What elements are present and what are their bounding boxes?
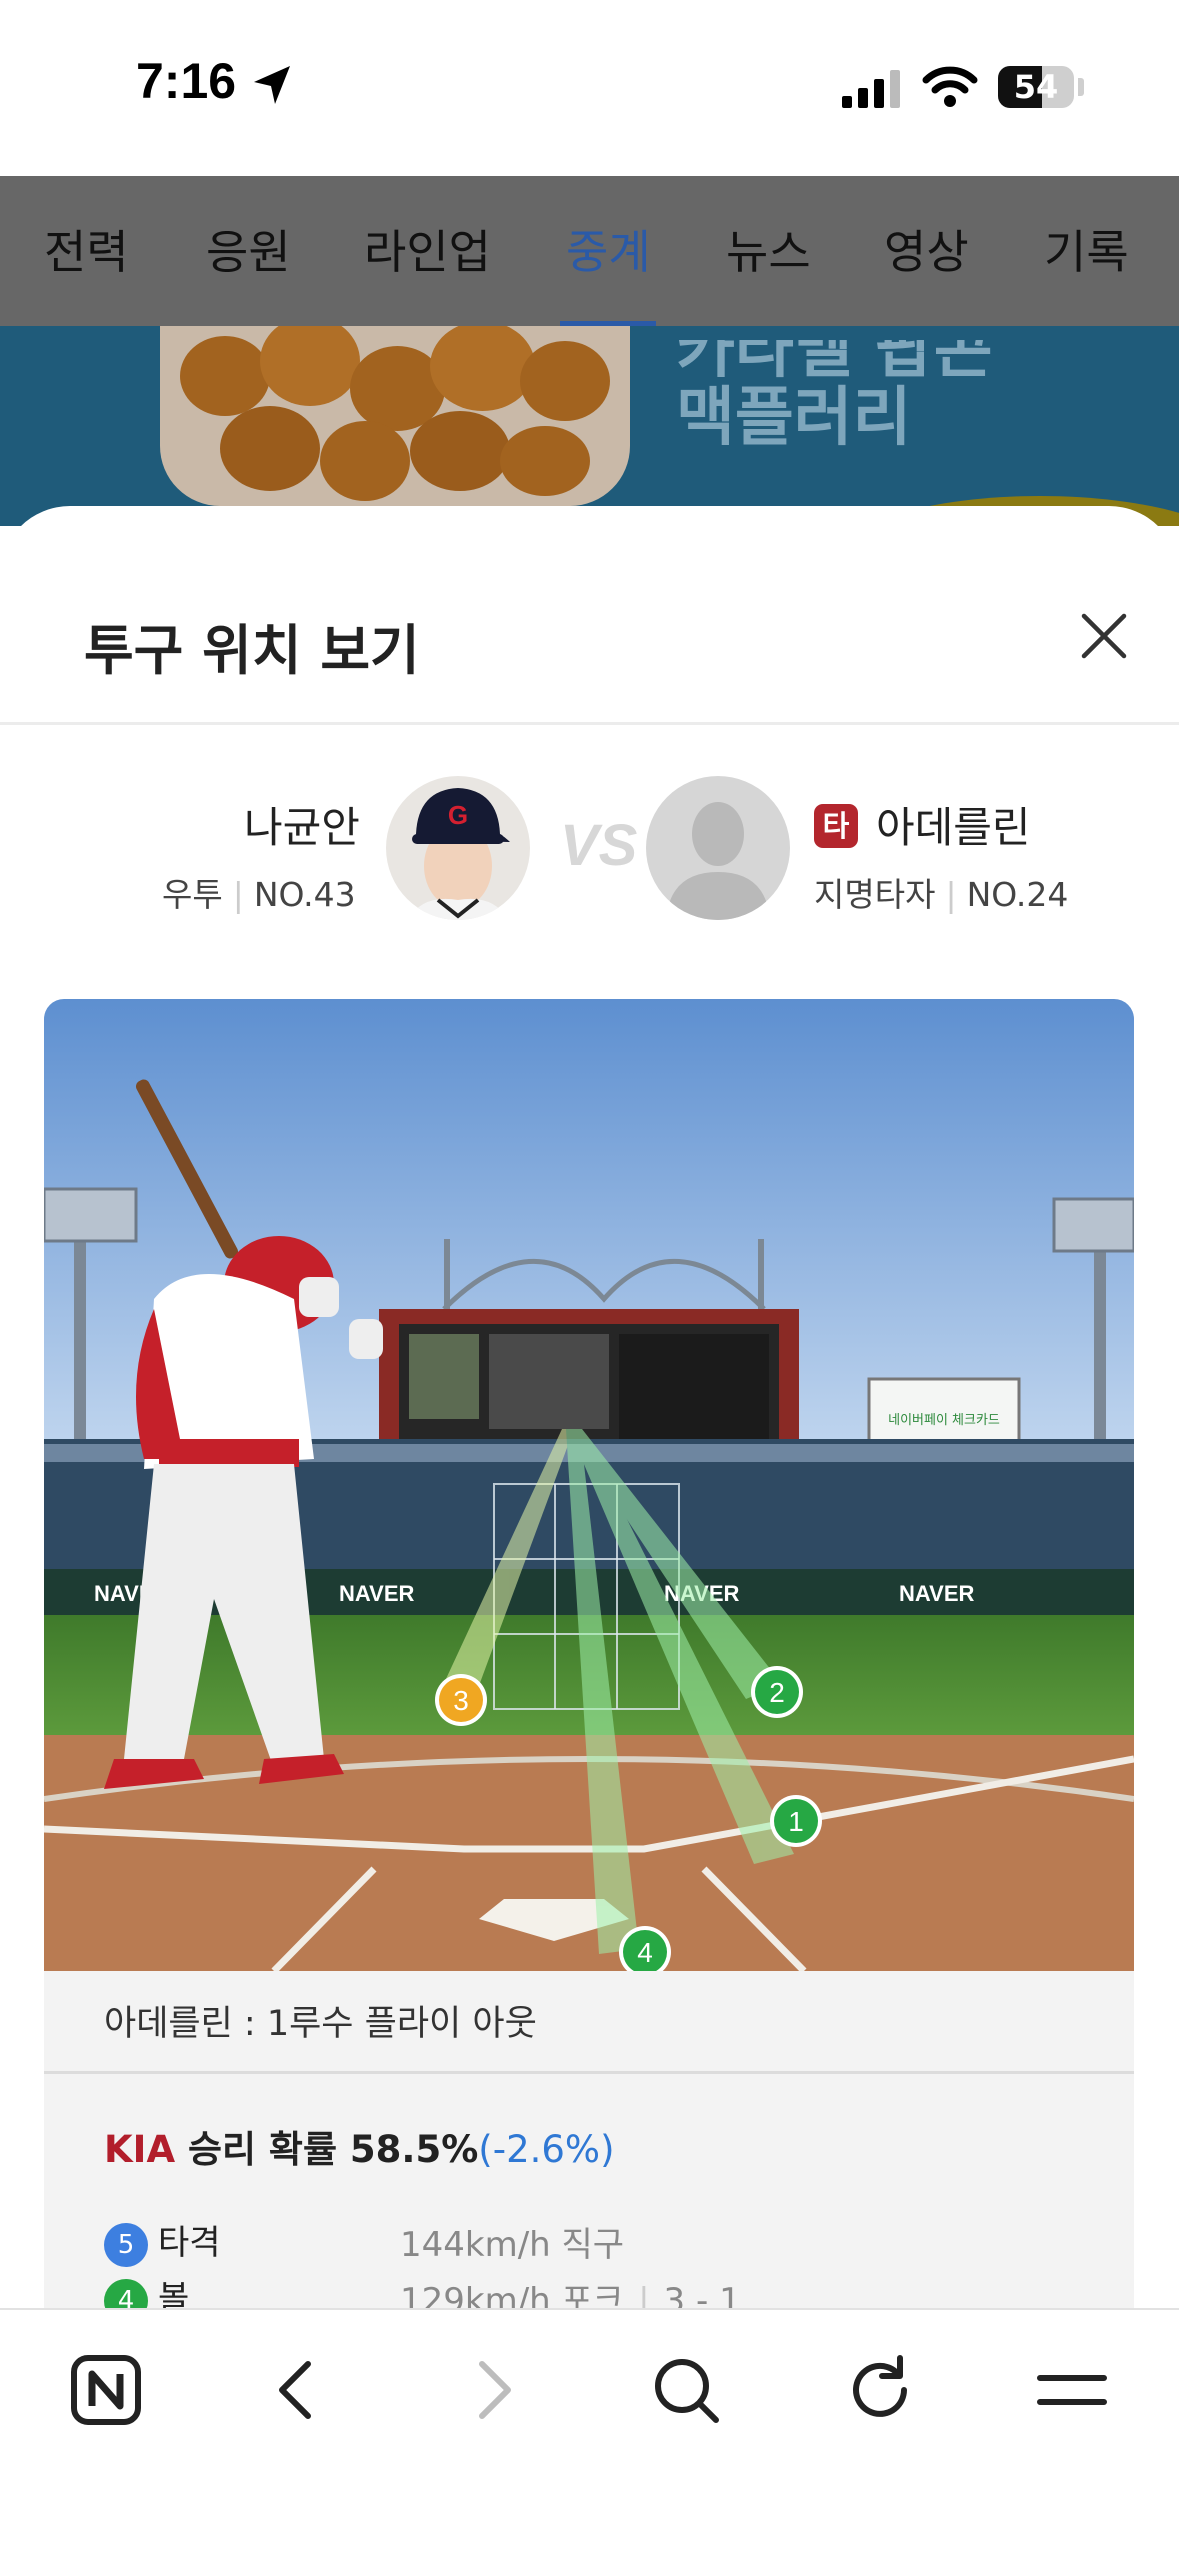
batter-name[interactable]: 아데를린 <box>876 794 1031 855</box>
pitch-marker-3[interactable]: 3 <box>435 1674 487 1726</box>
ad-banner[interactable]: 카라멜 팝콘 맥플러리 <box>0 326 1179 526</box>
cap-logo: G <box>448 800 468 830</box>
status-time: 7:16 <box>136 53 237 109</box>
vs-label: VS <box>560 813 638 878</box>
wifi-icon <box>922 66 978 107</box>
win-team: KIA <box>104 2128 176 2171</box>
status-bar: 7:16 54 <box>0 0 1179 176</box>
team-nav-bar: 전력 응원 라인업 중계 뉴스 영상 기록 <box>0 176 1179 327</box>
naver-home-icon[interactable] <box>66 2350 146 2430</box>
battery-icon: 54 <box>998 66 1074 108</box>
signal-icon <box>842 70 900 108</box>
pitcher-name[interactable]: 나균안 <box>244 794 360 855</box>
sheet-title: 투구 위치 보기 <box>84 619 420 682</box>
menu-icon[interactable] <box>1032 2350 1112 2430</box>
batter-number: NO.24 <box>966 875 1069 914</box>
pitch-location-sheet: 투구 위치 보기 투 나균안 우투 | NO.43 G VS 타 아데를린 지명… <box>0 506 1179 2556</box>
batter-badge: 타 <box>814 804 858 848</box>
tab-라인업[interactable]: 라인업 <box>364 216 491 282</box>
reload-icon[interactable] <box>840 2350 920 2430</box>
pitcher-hand: 우투 <box>162 875 223 914</box>
divider <box>0 722 1179 725</box>
close-icon[interactable] <box>1078 610 1130 662</box>
svg-text:2: 2 <box>769 1677 785 1708</box>
svg-text:네이버페이 체크카드: 네이버페이 체크카드 <box>888 1413 1000 1428</box>
pitch-location-view: 134 네이버페이 체크카드 NAVER NAVER NAVER NAVER <box>44 999 1134 1971</box>
svg-text:4: 4 <box>637 1937 653 1968</box>
win-label: 승리 확률 <box>187 2128 338 2171</box>
win-value: 58.5% <box>349 2128 479 2171</box>
tab-뉴스[interactable]: 뉴스 <box>726 216 811 282</box>
svg-text:1: 1 <box>788 1806 804 1837</box>
pitch-desc: 144km/h 직구 <box>400 2225 625 2265</box>
batter-meta: 지명타자 | NO.24 <box>814 875 1069 914</box>
divider <box>44 2071 1134 2074</box>
batter-avatar[interactable] <box>646 776 790 920</box>
pitcher-number: NO.43 <box>253 875 356 914</box>
win-probability: KIA 승리 확률 58.5%(-2.6%) <box>104 2119 615 2173</box>
result-text: 아데를린 : 1루수 플라이 아웃 <box>104 2004 537 2044</box>
location-arrow-icon <box>254 66 290 104</box>
banner-text: 카라멜 팝콘 맥플러리 <box>676 340 993 455</box>
pitch-marker-1[interactable]: 1 <box>770 1795 822 1847</box>
search-icon[interactable] <box>646 2350 726 2430</box>
batter-position: 지명타자 <box>814 875 936 914</box>
tab-전력[interactable]: 전력 <box>44 216 129 282</box>
battery-level: 54 <box>1013 68 1059 106</box>
matchup-header: 투 나균안 우투 | NO.43 G VS 타 아데를린 지명타자 | NO.24 <box>0 776 1179 966</box>
pitcher-badge: 투 <box>192 809 220 843</box>
pitch-row[interactable]: 5 타격 144km/h 직구 <box>104 2215 1104 2267</box>
tab-응원[interactable]: 응원 <box>206 216 291 282</box>
forward-icon[interactable] <box>452 2350 532 2430</box>
tab-기록[interactable]: 기록 <box>1044 216 1129 282</box>
svg-text:3: 3 <box>453 1685 469 1716</box>
win-delta: (-2.6%) <box>478 2128 615 2171</box>
pitch-marker-2[interactable]: 2 <box>751 1666 803 1718</box>
tab-중계[interactable]: 중계 <box>566 216 651 282</box>
battery-cap <box>1078 78 1084 96</box>
browser-toolbar <box>0 2308 1179 2558</box>
tab-영상[interactable]: 영상 <box>884 216 969 282</box>
svg-text:NAVER: NAVER <box>899 1581 974 1606</box>
svg-text:NAVER: NAVER <box>339 1581 414 1606</box>
pitch-label: 타격 <box>158 2223 221 2263</box>
pitcher-avatar[interactable]: G <box>386 776 530 920</box>
back-icon[interactable] <box>258 2350 338 2430</box>
pitcher-meta: 우투 | NO.43 <box>162 875 356 914</box>
pitch-number: 5 <box>104 2222 148 2267</box>
